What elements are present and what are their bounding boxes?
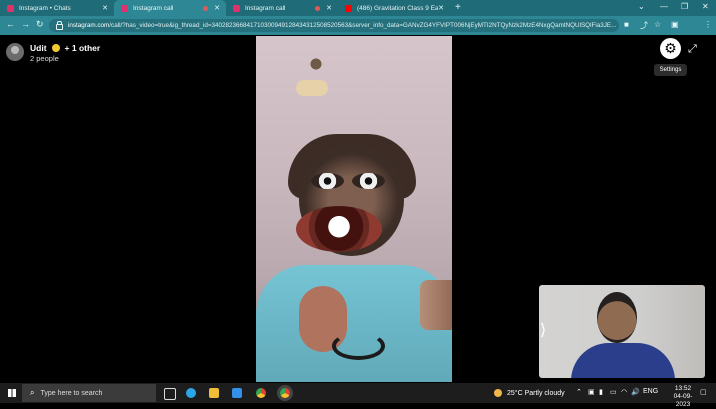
task-view-icon[interactable]: [164, 388, 176, 400]
sidebar-icon[interactable]: ▣: [671, 20, 679, 29]
close-tab-icon[interactable]: ✕: [326, 4, 332, 12]
sofa-image: [420, 280, 452, 330]
lamp-image: [296, 80, 328, 96]
tab-title: Instagram call: [133, 4, 174, 12]
tab-youtube-gravitation[interactable]: (486) Gravitation Class 9 Easiest ✕: [338, 0, 450, 16]
bracelet-image: [332, 332, 385, 360]
reload-icon[interactable]: ↻: [36, 19, 44, 30]
file-explorer-icon[interactable]: [209, 388, 219, 398]
weather-widget[interactable]: 25°C Partly cloudy: [494, 389, 565, 397]
tab-instagram-call[interactable]: Instagram call ✕: [226, 0, 338, 16]
instagram-icon: [7, 4, 14, 12]
settings-button[interactable]: ⚙: [660, 38, 681, 59]
chrome-icon[interactable]: [256, 388, 266, 398]
close-tab-icon[interactable]: ✕: [214, 4, 220, 12]
clock[interactable]: 13:52 04-09-2023: [669, 385, 697, 409]
camera-icon[interactable]: ■: [624, 20, 629, 29]
call-participants-title: Udit + 1 other: [30, 43, 100, 53]
avatar: [6, 43, 24, 61]
recording-icon: [315, 5, 321, 11]
share-icon[interactable]: ⤴: [640, 20, 648, 31]
tab-title: Instagram • Chats: [19, 4, 71, 12]
main-video-feed: [256, 36, 452, 382]
battery-icon[interactable]: ▭: [610, 388, 617, 396]
minimize-button[interactable]: ⌄: [638, 2, 645, 11]
weather-text: 25°C Partly cloudy: [507, 389, 565, 397]
bookmark-star-icon[interactable]: ☆: [654, 20, 661, 29]
clock-date: 04-09-2023: [673, 393, 693, 408]
notifications-icon[interactable]: ▢: [700, 388, 707, 396]
search-placeholder: Type here to search: [40, 389, 103, 397]
instagram-icon: [121, 4, 128, 12]
partly-cloudy-icon: [494, 389, 502, 397]
volume-icon[interactable]: 🔊: [631, 388, 640, 396]
mail-icon[interactable]: [232, 388, 242, 398]
fullscreen-icon[interactable]: ⤢: [688, 43, 697, 56]
lock-icon: [56, 20, 63, 30]
close-window-button[interactable]: ✕: [702, 2, 709, 11]
taskbar-search[interactable]: ⌕ Type here to search: [22, 384, 156, 402]
youtube-icon: [345, 4, 352, 12]
url-host: instagram.com: [68, 22, 110, 29]
chevron-right-icon[interactable]: ⟩: [540, 320, 546, 340]
recording-icon: [203, 5, 209, 11]
windows-start-icon[interactable]: [8, 389, 16, 397]
right-eye-filter: [352, 173, 385, 189]
self-video-feed[interactable]: ⟩: [539, 285, 705, 378]
left-eye-filter: [311, 173, 344, 189]
address-toolbar: ← → ↻ instagram.com/call/?has_video=true…: [0, 16, 716, 47]
minimize-button[interactable]: —: [660, 2, 668, 11]
forward-icon[interactable]: →: [21, 19, 30, 29]
caller-name: Udit: [30, 43, 47, 53]
menu-icon[interactable]: ⋮: [704, 20, 712, 29]
other-participants: + 1 other: [64, 43, 101, 53]
tab-instagram-chats[interactable]: Instagram • Chats ✕: [0, 0, 114, 16]
chevron-up-icon[interactable]: ⌃: [576, 388, 582, 396]
back-icon[interactable]: ←: [6, 19, 15, 29]
self-body-image: [571, 343, 675, 378]
settings-tooltip: Settings: [654, 64, 687, 76]
ceiling-fan-image: [292, 52, 340, 76]
network-icon[interactable]: ▣: [588, 388, 595, 396]
tab-title: Instagram call: [245, 4, 286, 12]
emoji-icon: [51, 44, 60, 52]
tab-title: (486) Gravitation Class 9 Easiest: [357, 4, 439, 12]
instagram-icon: [233, 4, 240, 12]
new-tab-button[interactable]: +: [455, 2, 461, 13]
search-icon: ⌕: [30, 388, 35, 397]
microphone-icon[interactable]: ▮: [599, 388, 603, 396]
windows-taskbar: ⌕ Type here to search 25°C Partly cloudy…: [0, 383, 716, 408]
gear-icon: ⚙: [664, 40, 677, 56]
tab-instagram-call-active[interactable]: Instagram call ✕: [114, 0, 226, 16]
self-face-image: [597, 292, 637, 343]
restore-button[interactable]: ❐: [681, 2, 688, 11]
participant-count: 2 people: [30, 54, 59, 63]
url-path: /call/?has_video=true&ig_thread_id=34028…: [109, 22, 617, 29]
chrome-active-icon[interactable]: [280, 388, 290, 398]
wifi-icon[interactable]: ◠: [621, 388, 627, 396]
tab-strip: Instagram • Chats ✕ Instagram call ✕ Ins…: [0, 0, 716, 16]
language-indicator[interactable]: ENG: [643, 388, 658, 395]
close-tab-icon[interactable]: ✕: [438, 4, 444, 12]
clock-time: 13:52: [674, 385, 692, 392]
mouth-filter: [296, 206, 382, 252]
edge-icon[interactable]: [186, 388, 196, 398]
address-bar[interactable]: instagram.com/call/?has_video=true&ig_th…: [49, 19, 619, 32]
close-tab-icon[interactable]: ✕: [102, 4, 108, 12]
